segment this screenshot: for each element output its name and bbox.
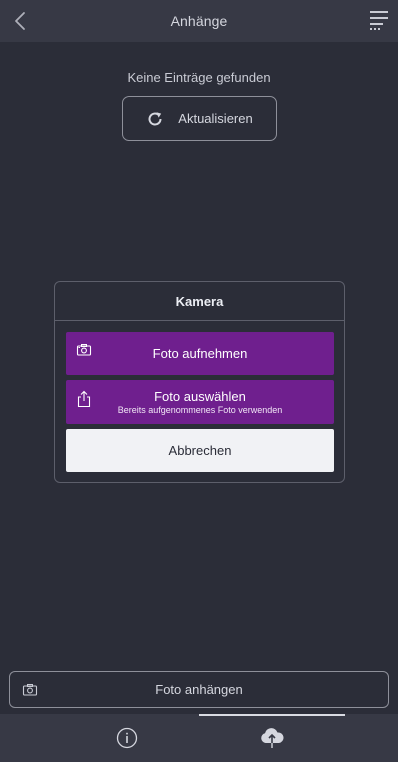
refresh-button[interactable]: Aktualisieren [122, 96, 277, 141]
page-title: Anhänge [170, 13, 228, 29]
refresh-label: Aktualisieren [178, 111, 253, 126]
attach-photo-button[interactable]: Foto anhängen [9, 671, 389, 708]
choose-photo-button[interactable]: Foto auswählen Bereits aufgenommenes Fot… [66, 380, 334, 424]
menu-lines-icon [370, 11, 388, 30]
dialog-title: Kamera [55, 282, 344, 321]
refresh-icon [146, 110, 164, 128]
choose-photo-label: Foto auswählen [154, 389, 246, 404]
tab-upload[interactable] [199, 714, 345, 762]
chevron-left-icon [15, 12, 25, 30]
top-bar: Anhänge [0, 0, 398, 42]
share-icon [76, 390, 92, 408]
camera-icon [76, 342, 92, 358]
attach-photo-label: Foto anhängen [155, 682, 243, 697]
bottom-tab-bar [0, 714, 398, 762]
take-photo-label: Foto aufnehmen [152, 346, 248, 361]
menu-button[interactable] [368, 8, 390, 32]
cancel-label: Abbrechen [168, 443, 232, 458]
camera-icon [22, 682, 38, 698]
back-button[interactable] [10, 8, 30, 34]
info-icon [116, 727, 138, 749]
empty-state-text: Keine Einträge gefunden [127, 70, 271, 85]
choose-photo-subtitle: Bereits aufgenommenes Foto verwenden [117, 405, 283, 415]
take-photo-button[interactable]: Foto aufnehmen [66, 332, 334, 375]
active-tab-indicator [199, 714, 345, 716]
cloud-upload-icon [261, 728, 284, 748]
tab-info[interactable] [54, 714, 200, 762]
cancel-button[interactable]: Abbrechen [66, 429, 334, 472]
camera-dialog: Kamera Foto aufnehmen Foto auswählen Ber… [54, 281, 345, 483]
